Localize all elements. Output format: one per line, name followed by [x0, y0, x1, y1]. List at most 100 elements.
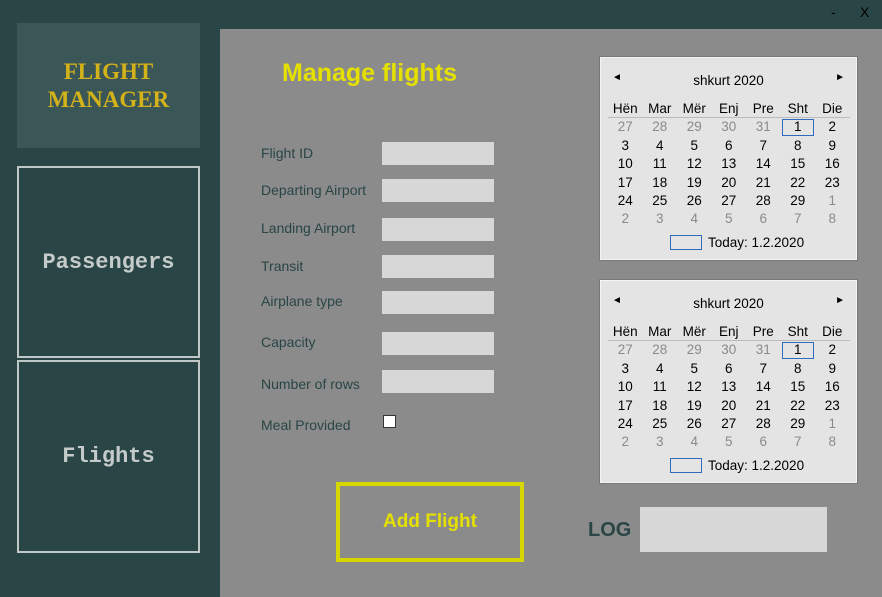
- calendar-day[interactable]: 11: [643, 155, 678, 173]
- calendar-day[interactable]: 27: [608, 118, 643, 136]
- today-link[interactable]: Today: 1.2.2020: [670, 235, 804, 250]
- calendar-day[interactable]: 1: [781, 341, 816, 359]
- calendar-day[interactable]: 1: [815, 415, 850, 433]
- calendar-day[interactable]: 13: [712, 378, 747, 396]
- calendar-day[interactable]: 4: [677, 210, 712, 228]
- calendar-bottom[interactable]: ◄ shkurt 2020 ► Hën Mar Mër Enj Pre Sht Die 27 2…: [599, 279, 858, 484]
- calendar-day[interactable]: 29: [781, 192, 816, 210]
- close-button[interactable]: X: [860, 4, 869, 20]
- calendar-day[interactable]: 28: [746, 415, 781, 433]
- calendar-day[interactable]: 2: [608, 210, 643, 228]
- calendar-day[interactable]: 21: [746, 397, 781, 415]
- next-month-icon[interactable]: ►: [835, 72, 845, 83]
- calendar-day[interactable]: 10: [608, 155, 643, 173]
- number-of-rows-input[interactable]: [382, 370, 494, 393]
- calendar-day[interactable]: 28: [643, 341, 678, 359]
- calendar-day[interactable]: 22: [781, 397, 816, 415]
- calendar-day[interactable]: 18: [643, 174, 678, 192]
- calendar-day[interactable]: 22: [781, 174, 816, 192]
- calendar-day[interactable]: 19: [677, 397, 712, 415]
- calendar-day[interactable]: 3: [608, 360, 643, 378]
- calendar-day[interactable]: 14: [746, 155, 781, 173]
- calendar-day[interactable]: 31: [746, 341, 781, 359]
- calendar-day[interactable]: 3: [608, 137, 643, 155]
- calendar-day[interactable]: 17: [608, 174, 643, 192]
- calendar-day[interactable]: 31: [746, 118, 781, 136]
- calendar-day[interactable]: 3: [643, 210, 678, 228]
- nav-passengers-button[interactable]: Passengers: [17, 166, 200, 358]
- calendar-day[interactable]: 20: [712, 174, 747, 192]
- capacity-input[interactable]: [382, 332, 494, 355]
- next-month-icon[interactable]: ►: [835, 295, 845, 306]
- calendar-day[interactable]: 26: [677, 192, 712, 210]
- calendar-day[interactable]: 15: [781, 155, 816, 173]
- flight-id-input[interactable]: [382, 142, 494, 165]
- calendar-day[interactable]: 10: [608, 378, 643, 396]
- landing-airport-input[interactable]: [382, 218, 494, 241]
- calendar-day[interactable]: 7: [746, 360, 781, 378]
- calendar-day[interactable]: 25: [643, 192, 678, 210]
- calendar-day[interactable]: 5: [712, 210, 747, 228]
- calendar-day[interactable]: 30: [712, 341, 747, 359]
- calendar-day[interactable]: 21: [746, 174, 781, 192]
- calendar-day[interactable]: 4: [677, 433, 712, 451]
- calendar-day[interactable]: 12: [677, 155, 712, 173]
- calendar-day[interactable]: 25: [643, 415, 678, 433]
- calendar-day[interactable]: 1: [815, 192, 850, 210]
- calendar-day[interactable]: 8: [781, 360, 816, 378]
- calendar-day[interactable]: 19: [677, 174, 712, 192]
- today-link[interactable]: Today: 1.2.2020: [670, 458, 804, 473]
- calendar-day[interactable]: 14: [746, 378, 781, 396]
- calendar-day[interactable]: 27: [712, 192, 747, 210]
- calendar-day[interactable]: 18: [643, 397, 678, 415]
- calendar-day[interactable]: 20: [712, 397, 747, 415]
- calendar-day[interactable]: 29: [781, 415, 816, 433]
- calendar-day[interactable]: 5: [677, 137, 712, 155]
- calendar-day[interactable]: 6: [746, 433, 781, 451]
- calendar-day[interactable]: 27: [712, 415, 747, 433]
- calendar-day[interactable]: 7: [781, 210, 816, 228]
- calendar-day[interactable]: 1: [781, 118, 816, 136]
- calendar-day[interactable]: 7: [781, 433, 816, 451]
- calendar-day[interactable]: 2: [815, 118, 850, 136]
- departing-airport-input[interactable]: [382, 179, 494, 202]
- calendar-day[interactable]: 13: [712, 155, 747, 173]
- calendar-day[interactable]: 26: [677, 415, 712, 433]
- calendar-day[interactable]: 4: [643, 137, 678, 155]
- calendar-day[interactable]: 24: [608, 415, 643, 433]
- calendar-day[interactable]: 11: [643, 378, 678, 396]
- calendar-day[interactable]: 5: [712, 433, 747, 451]
- calendar-day[interactable]: 24: [608, 192, 643, 210]
- calendar-day[interactable]: 9: [815, 360, 850, 378]
- airplane-type-input[interactable]: [382, 291, 494, 314]
- calendar-day[interactable]: 7: [746, 137, 781, 155]
- calendar-day[interactable]: 28: [746, 192, 781, 210]
- add-flight-button[interactable]: Add Flight: [336, 482, 524, 562]
- calendar-day[interactable]: 4: [643, 360, 678, 378]
- minimize-button[interactable]: -: [831, 4, 836, 20]
- calendar-day[interactable]: 6: [746, 210, 781, 228]
- calendar-day[interactable]: 29: [677, 341, 712, 359]
- calendar-day[interactable]: 8: [815, 433, 850, 451]
- calendar-day[interactable]: 2: [815, 341, 850, 359]
- calendar-day[interactable]: 6: [712, 137, 747, 155]
- calendar-day[interactable]: 12: [677, 378, 712, 396]
- calendar-day[interactable]: 2: [608, 433, 643, 451]
- calendar-day[interactable]: 8: [815, 210, 850, 228]
- calendar-day[interactable]: 17: [608, 397, 643, 415]
- calendar-day[interactable]: 29: [677, 118, 712, 136]
- calendar-day[interactable]: 15: [781, 378, 816, 396]
- calendar-day[interactable]: 6: [712, 360, 747, 378]
- calendar-day[interactable]: 3: [643, 433, 678, 451]
- calendar-day[interactable]: 9: [815, 137, 850, 155]
- calendar-day[interactable]: 28: [643, 118, 678, 136]
- calendar-day[interactable]: 30: [712, 118, 747, 136]
- nav-flights-button[interactable]: Flights: [17, 360, 200, 553]
- calendar-day[interactable]: 8: [781, 137, 816, 155]
- meal-provided-checkbox[interactable]: [383, 415, 396, 428]
- transit-input[interactable]: [382, 255, 494, 278]
- calendar-day[interactable]: 23: [815, 174, 850, 192]
- calendar-day[interactable]: 16: [815, 378, 850, 396]
- calendar-day[interactable]: 27: [608, 341, 643, 359]
- calendar-day[interactable]: 16: [815, 155, 850, 173]
